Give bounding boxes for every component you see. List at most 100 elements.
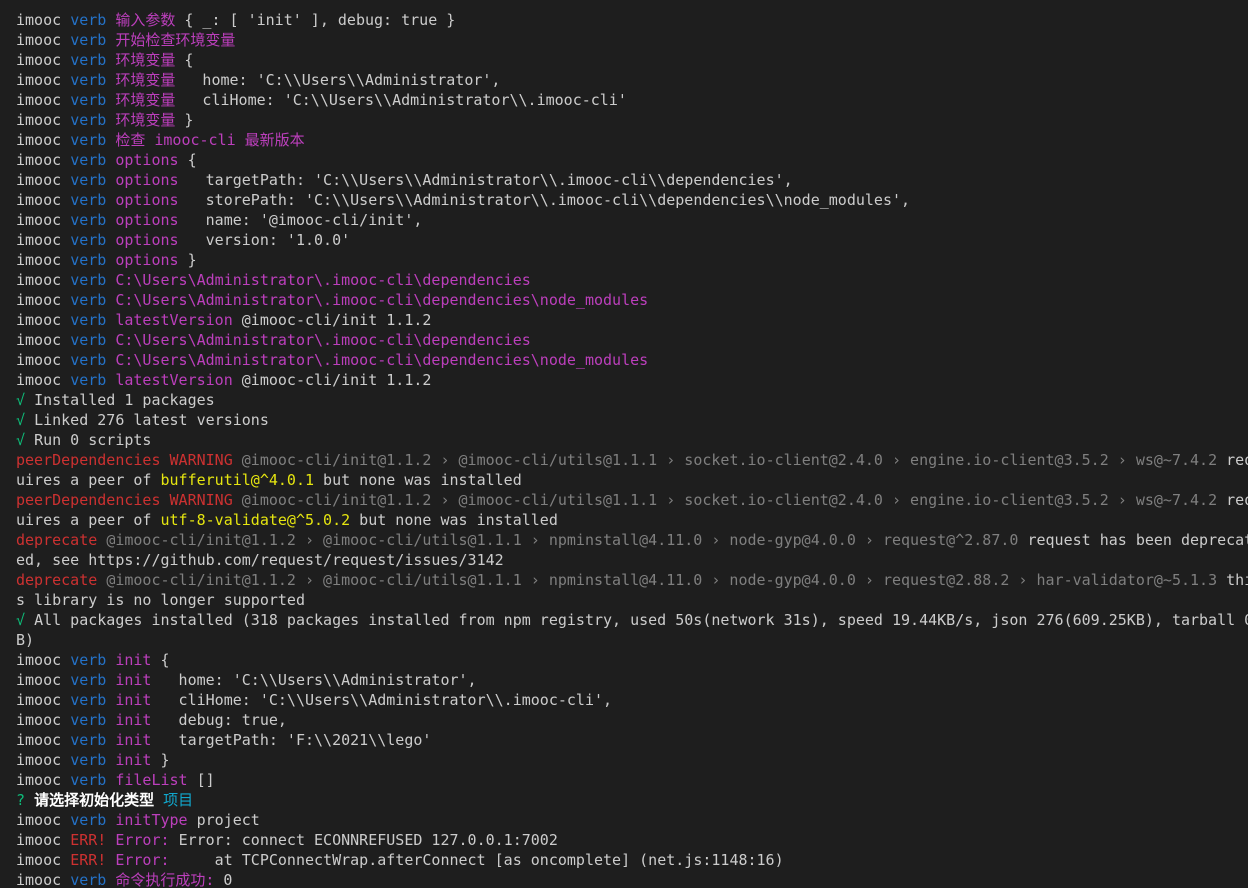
terminal-text-segment: verb — [70, 11, 116, 29]
terminal-text-segment: options — [115, 231, 188, 249]
terminal-line: B) — [16, 630, 1248, 650]
terminal-text-segment: √ — [16, 411, 35, 429]
terminal-line: √ Run 0 scripts — [16, 430, 1248, 450]
terminal-text-segment: verb — [70, 131, 116, 149]
terminal-text-segment: uires a peer of — [16, 511, 161, 529]
terminal-text-segment: imooc — [16, 71, 71, 89]
terminal-text-segment: latestVersion — [115, 371, 242, 389]
terminal-text-segment: verb — [70, 111, 116, 129]
terminal-text-segment: imooc — [16, 171, 71, 189]
terminal-text-segment: version: '1.0.0' — [187, 231, 351, 249]
terminal-line: √ All packages installed (318 packages i… — [16, 610, 1248, 630]
terminal-text-segment: bufferutil@^4.0.1 — [160, 471, 315, 489]
terminal-text-segment: uires a peer of — [16, 471, 161, 489]
terminal-text-segment: deprecate — [16, 531, 107, 549]
terminal-line: ed, see https://github.com/request/reque… — [16, 550, 1248, 570]
terminal-text-segment: imooc — [16, 91, 71, 109]
terminal-text-segment: Error: — [115, 851, 179, 869]
terminal-text-segment: peerDependencies WARNING — [16, 451, 242, 469]
terminal-line: imooc verb latestVersion @imooc-cli/init… — [16, 370, 1248, 390]
terminal-text-segment: verb — [70, 371, 116, 389]
terminal-line: imooc verb 命令执行成功: 0 — [16, 870, 1248, 888]
terminal-text-segment: @imooc-cli/init@1.1.2 › @imooc-cli/utils… — [106, 571, 1227, 589]
terminal-text-segment: but none was installed — [314, 471, 522, 489]
terminal-text-segment: verb — [70, 151, 116, 169]
terminal-text-segment: verb — [70, 871, 116, 888]
terminal-line: imooc ERR! Error: Error: connect ECONNRE… — [16, 830, 1248, 850]
terminal-text-segment: thi — [1226, 571, 1248, 589]
terminal-line: imooc verb options name: '@imooc-cli/ini… — [16, 210, 1248, 230]
terminal-line: imooc verb options targetPath: 'C:\\User… — [16, 170, 1248, 190]
terminal-text-segment: C:\Users\Administrator\.imooc-cli\depend… — [115, 331, 531, 349]
terminal-text-segment: { — [187, 151, 197, 169]
terminal-text-segment: 命令执行成功: — [115, 871, 224, 888]
terminal-line: imooc verb init targetPath: 'F:\\2021\\l… — [16, 730, 1248, 750]
terminal-line: imooc verb init { — [16, 650, 1248, 670]
terminal-text-segment: debug: true, — [160, 711, 287, 729]
terminal-text-segment: imooc — [16, 151, 71, 169]
terminal-text-segment: imooc — [16, 131, 71, 149]
terminal-line: imooc verb C:\Users\Administrator\.imooc… — [16, 350, 1248, 370]
terminal-text-segment: peerDependencies WARNING — [16, 491, 242, 509]
terminal-text-segment: verb — [70, 711, 116, 729]
terminal-line: uires a peer of utf-8-validate@^5.0.2 bu… — [16, 510, 1248, 530]
terminal-text-segment: verb — [70, 751, 116, 769]
terminal-text-segment: req — [1226, 451, 1248, 469]
terminal-text-segment: imooc — [16, 11, 71, 29]
terminal-text-segment: { — [160, 651, 170, 669]
terminal-text-segment: at TCPConnectWrap.afterConnect [as oncom… — [178, 851, 784, 869]
terminal-line: imooc verb 输入参数 { _: [ 'init' ], debug: … — [16, 10, 1248, 30]
terminal-text-segment: init — [115, 691, 161, 709]
terminal-text-segment: imooc — [16, 871, 71, 888]
terminal-text-segment: 检查 imooc-cli 最新版本 — [115, 131, 305, 149]
terminal-text-segment: imooc — [16, 31, 71, 49]
terminal-line: imooc verb init debug: true, — [16, 710, 1248, 730]
terminal-text-segment: s library is no longer supported — [16, 591, 305, 609]
terminal-text-segment: { _: [ 'init' ], debug: true } — [184, 11, 456, 29]
terminal-text-segment: verb — [70, 31, 116, 49]
terminal-line: peerDependencies WARNING @imooc-cli/init… — [16, 450, 1248, 470]
terminal-text-segment: C:\Users\Administrator\.imooc-cli\depend… — [115, 351, 649, 369]
terminal-text-segment: init — [115, 731, 161, 749]
terminal-text-segment: init — [115, 651, 161, 669]
terminal-text-segment: request has been deprecat — [1027, 531, 1248, 549]
terminal-text-segment: imooc — [16, 271, 71, 289]
terminal-text-segment: options — [115, 211, 188, 229]
terminal-text-segment: verb — [70, 291, 116, 309]
terminal-line: imooc verb 环境变量 { — [16, 50, 1248, 70]
terminal-text-segment: verb — [70, 171, 116, 189]
terminal-text-segment: 环境变量 — [115, 111, 185, 129]
terminal-text-segment: @imooc-cli/init@1.1.2 › @imooc-cli/utils… — [106, 531, 1028, 549]
terminal-text-segment: home: 'C:\\Users\\Administrator', — [160, 671, 477, 689]
terminal-text-segment: @imooc-cli/init@1.1.2 › @imooc-cli/utils… — [241, 491, 1227, 509]
terminal-text-segment: options — [115, 151, 188, 169]
terminal-text-segment: Linked 276 latest versions — [34, 411, 269, 429]
terminal-line: imooc verb init home: 'C:\\Users\\Admini… — [16, 670, 1248, 690]
terminal-line: imooc verb 环境变量 cliHome: 'C:\\Users\\Adm… — [16, 90, 1248, 110]
terminal-text-segment: verb — [70, 271, 116, 289]
terminal-text-segment: 环境变量 — [115, 91, 185, 109]
terminal-line: √ Linked 276 latest versions — [16, 410, 1248, 430]
terminal-line: peerDependencies WARNING @imooc-cli/init… — [16, 490, 1248, 510]
terminal-text-segment: @imooc-cli/init 1.1.2 — [241, 371, 432, 389]
terminal-output[interactable]: imooc verb 输入参数 { _: [ 'init' ], debug: … — [0, 0, 1248, 888]
terminal-text-segment: } — [184, 111, 194, 129]
terminal-text-segment: targetPath: 'F:\\2021\\lego' — [160, 731, 432, 749]
terminal-text-segment: targetPath: 'C:\\Users\\Administrator\\.… — [187, 171, 793, 189]
terminal-text-segment: imooc — [16, 211, 71, 229]
terminal-line: uires a peer of bufferutil@^4.0.1 but no… — [16, 470, 1248, 490]
terminal-line: imooc verb C:\Users\Administrator\.imooc… — [16, 270, 1248, 290]
terminal-text-segment: ? — [16, 791, 35, 809]
terminal-line: ? 请选择初始化类型 项目 — [16, 790, 1248, 810]
terminal-text-segment: verb — [70, 191, 116, 209]
terminal-text-segment: imooc — [16, 231, 71, 249]
terminal-text-segment: imooc — [16, 731, 71, 749]
terminal-text-segment: Error: connect ECONNREFUSED 127.0.0.1:70… — [178, 831, 558, 849]
terminal-text-segment: imooc — [16, 371, 71, 389]
terminal-line: deprecate @imooc-cli/init@1.1.2 › @imooc… — [16, 530, 1248, 550]
terminal-text-segment: B) — [16, 631, 35, 649]
terminal-text-segment: options — [115, 171, 188, 189]
terminal-text-segment: init — [115, 751, 161, 769]
terminal-text-segment: verb — [70, 671, 116, 689]
terminal-text-segment: storePath: 'C:\\Users\\Administrator\\.i… — [187, 191, 911, 209]
